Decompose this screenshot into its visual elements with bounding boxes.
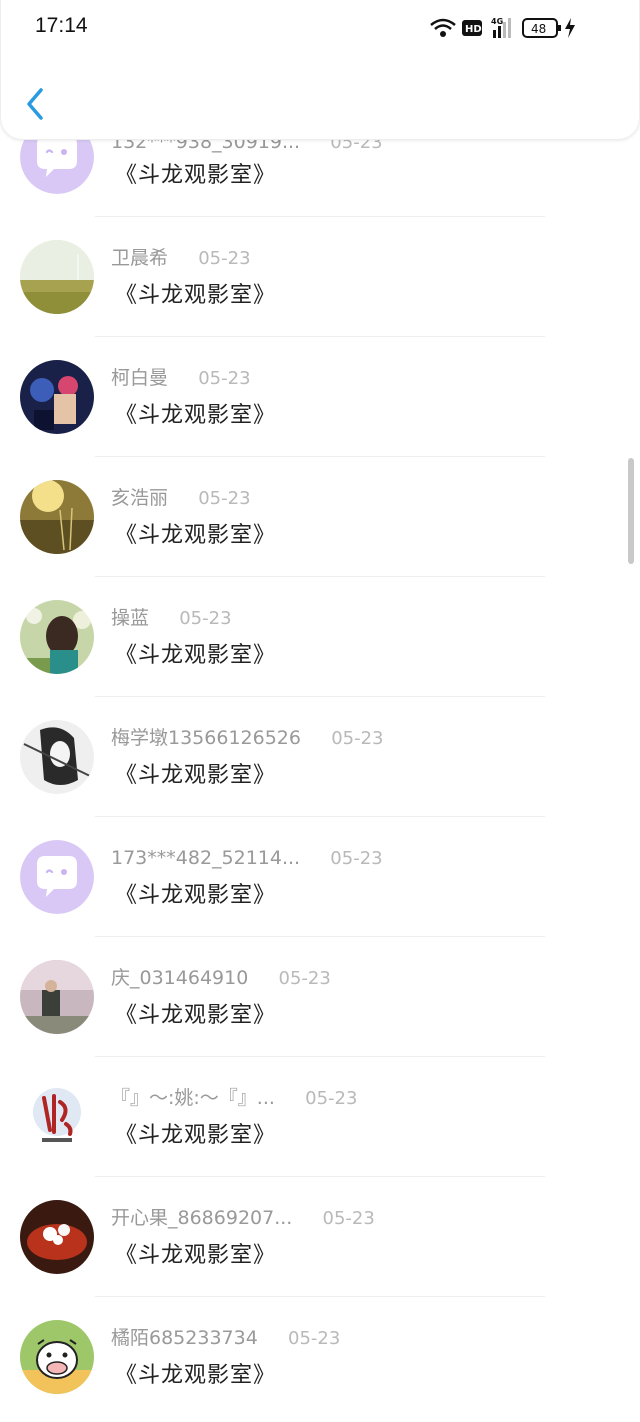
date: 05-23 [288, 1328, 341, 1349]
list-item[interactable]: 开心果_86869207... 05-23 《斗龙观影室》 [0, 1178, 640, 1298]
list-item[interactable]: 橘陌685233734 05-23 《斗龙观影室》 [0, 1298, 640, 1418]
date: 05-23 [331, 728, 384, 749]
avatar[interactable] [20, 240, 94, 314]
cartoon-cow-icon [20, 1320, 94, 1394]
message-text: 《斗龙观影室》 [115, 1363, 277, 1388]
user-name-line: 柯白曼 05-23 [111, 364, 251, 392]
chevron-left-icon [27, 88, 43, 120]
user-name-line: 庆_031464910 05-23 [111, 964, 331, 992]
user-name[interactable]: 柯白曼 [111, 367, 168, 389]
divider [95, 1176, 545, 1177]
user-name-line: 操蓝 05-23 [111, 604, 232, 632]
default-chat-avatar-icon [20, 840, 94, 914]
wifi-icon [430, 18, 456, 37]
message-text: 《斗龙观影室》 [115, 1243, 277, 1268]
avatar[interactable] [20, 720, 94, 794]
user-name-line: 卫晨希 05-23 [111, 244, 251, 272]
date: 05-23 [278, 968, 331, 989]
list-item[interactable]: 卫晨希 05-23 《斗龙观影室》 [0, 218, 640, 338]
user-name[interactable]: 『』～:姚:～『』... [111, 1087, 275, 1109]
message-text: 《斗龙观影室》 [115, 403, 277, 428]
date: 05-23 [330, 848, 383, 869]
list-item[interactable]: 『』～:姚:～『』... 05-23 《斗龙观影室》 [0, 1058, 640, 1178]
date: 05-23 [198, 488, 251, 509]
avatar[interactable] [20, 480, 94, 554]
user-name-line: 『』～:姚:～『』... 05-23 [111, 1084, 357, 1112]
concert-photo-icon [20, 360, 94, 434]
message-text: 《斗龙观影室》 [115, 883, 277, 908]
date: 05-23 [198, 248, 251, 269]
date: 05-23 [198, 368, 251, 389]
divider [95, 216, 545, 217]
charging-icon [565, 18, 575, 38]
message-text: 《斗龙观影室》 [115, 643, 277, 668]
comment-list[interactable]: 132***938_30919... 05-23 《斗龙观影室》 卫晨希 05-… [0, 0, 640, 1422]
network-label: 4G [491, 17, 503, 26]
user-name[interactable]: 庆_031464910 [111, 967, 248, 989]
avatar[interactable] [20, 360, 94, 434]
street-photo-icon [20, 960, 94, 1034]
date: 05-23 [179, 608, 232, 629]
avatar[interactable] [20, 600, 94, 674]
tea-flower-photo-icon [20, 1200, 94, 1274]
date: 05-23 [305, 1088, 358, 1109]
status-time: 17:14 [35, 14, 88, 37]
user-name-line: 173***482_52114... 05-23 [111, 844, 383, 872]
divider [95, 576, 545, 577]
avatar[interactable] [20, 1200, 94, 1274]
header-bar: 17:14 HD 4G 48 [0, 0, 640, 140]
avatar[interactable] [20, 960, 94, 1034]
message-text: 《斗龙观影室》 [115, 163, 277, 188]
avatar[interactable] [20, 840, 94, 914]
message-text: 《斗龙观影室》 [115, 763, 277, 788]
divider [95, 1056, 545, 1057]
hd-icon: HD [462, 20, 482, 36]
user-name-line: 梅学墩13566126526 05-23 [111, 724, 384, 752]
battery-level: 48 [531, 22, 546, 36]
user-name[interactable]: 卫晨希 [111, 247, 168, 269]
list-item[interactable]: 173***482_52114... 05-23 《斗龙观影室》 [0, 818, 640, 938]
hd-label: HD [465, 24, 482, 35]
user-name[interactable]: 173***482_52114... [111, 847, 300, 869]
user-name[interactable]: 橘陌685233734 [111, 1327, 258, 1349]
anime-sketch-icon [20, 720, 94, 794]
flower-girl-photo-icon [20, 600, 94, 674]
user-name[interactable]: 操蓝 [111, 607, 149, 629]
divider [95, 696, 545, 697]
list-item[interactable]: 亥浩丽 05-23 《斗龙观影室》 [0, 458, 640, 578]
meadow-photo-icon [20, 240, 94, 314]
status-icons: HD 4G 48 [429, 16, 589, 40]
back-button[interactable] [17, 82, 57, 126]
scrollbar[interactable] [628, 458, 634, 564]
divider [95, 936, 545, 937]
divider [95, 336, 545, 337]
calligraphy-logo-icon [20, 1080, 94, 1154]
battery-icon: 48 [522, 18, 561, 38]
user-name[interactable]: 开心果_86869207... [111, 1207, 292, 1229]
user-name-line: 橘陌685233734 05-23 [111, 1324, 340, 1352]
user-name-line: 开心果_86869207... 05-23 [111, 1204, 375, 1232]
list-item[interactable]: 梅学墩13566126526 05-23 《斗龙观影室》 [0, 698, 640, 818]
sunset-grass-photo-icon [20, 480, 94, 554]
user-name[interactable]: 亥浩丽 [111, 487, 168, 509]
message-text: 《斗龙观影室》 [115, 1003, 277, 1028]
list-item[interactable]: 操蓝 05-23 《斗龙观影室》 [0, 578, 640, 698]
divider [95, 1296, 545, 1297]
divider [95, 816, 545, 817]
user-name[interactable]: 梅学墩13566126526 [111, 727, 301, 749]
signal-4g-icon: 4G [491, 17, 511, 38]
avatar[interactable] [20, 1320, 94, 1394]
message-text: 《斗龙观影室》 [115, 283, 277, 308]
user-name-line: 亥浩丽 05-23 [111, 484, 251, 512]
message-text: 《斗龙观影室》 [115, 1123, 277, 1148]
list-item[interactable]: 庆_031464910 05-23 《斗龙观影室》 [0, 938, 640, 1058]
list-item[interactable]: 柯白曼 05-23 《斗龙观影室》 [0, 338, 640, 458]
avatar[interactable] [20, 1080, 94, 1154]
divider [95, 456, 545, 457]
message-text: 《斗龙观影室》 [115, 523, 277, 548]
date: 05-23 [322, 1208, 375, 1229]
